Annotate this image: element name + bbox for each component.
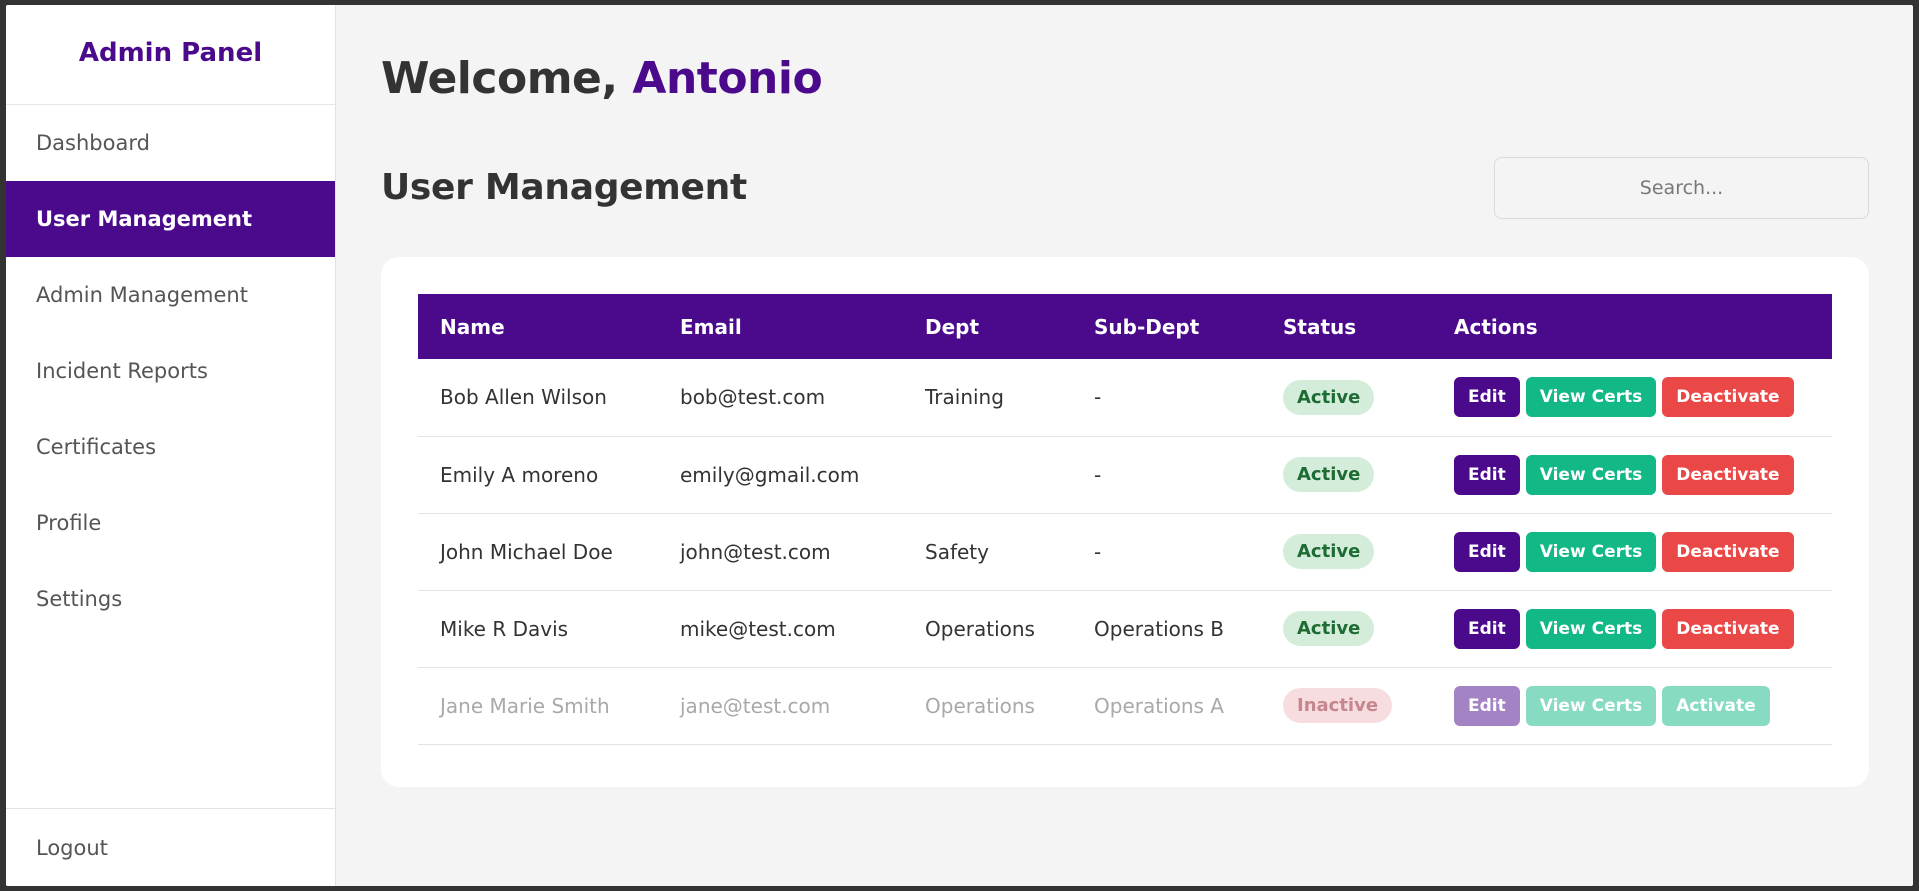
column-header-dept: Dept (925, 314, 980, 339)
column-header-name: Name (440, 314, 505, 339)
table-row: Emily A moreno emily@gmail.com - Active … (418, 436, 1832, 513)
search-input[interactable] (1494, 157, 1869, 219)
view-certs-button[interactable]: View Certs (1525, 608, 1657, 649)
edit-button[interactable]: Edit (1454, 531, 1520, 572)
sidebar-item-admin-management[interactable]: Admin Management (6, 257, 335, 333)
status-badge: Active (1283, 611, 1375, 646)
brand-title: Admin Panel (6, 5, 335, 105)
sidebar-item-profile[interactable]: Profile (6, 485, 335, 561)
table-header: Name Email Dept Sub-Dept Status Actions (418, 294, 1832, 359)
users-card: Name Email Dept Sub-Dept Status Actions … (381, 257, 1869, 787)
status-badge: Active (1283, 379, 1375, 415)
sidebar-item-settings[interactable]: Settings (6, 561, 335, 637)
cell-subdept: - (1094, 462, 1102, 487)
column-header-subdept: Sub-Dept (1094, 314, 1200, 339)
cell-status: Active (1261, 590, 1432, 667)
edit-button[interactable]: Edit (1454, 377, 1520, 418)
cell-dept: Operations (925, 693, 1035, 718)
edit-button[interactable]: Edit (1454, 685, 1520, 726)
sidebar-item-incident-reports[interactable]: Incident Reports (6, 333, 335, 409)
sidebar-item-user-management[interactable]: User Management (6, 181, 335, 257)
cell-subdept: Operations B (1094, 616, 1225, 641)
cell-email: bob@test.com (680, 385, 826, 410)
logout-button[interactable]: Logout (6, 808, 335, 886)
cell-dept: Operations (925, 616, 1035, 641)
sidebar-item-certificates[interactable]: Certificates (6, 409, 335, 485)
sidebar-item-dashboard[interactable]: Dashboard (6, 105, 335, 181)
deactivate-button[interactable]: Deactivate (1662, 531, 1794, 572)
table-row: Bob Allen Wilson bob@test.com Training -… (418, 359, 1832, 436)
cell-actions: Edit View Certs Deactivate (1432, 590, 1832, 667)
view-certs-button[interactable]: View Certs (1525, 377, 1657, 418)
status-badge: Inactive (1283, 688, 1393, 723)
column-header-status: Status (1283, 314, 1357, 339)
cell-email: jane@test.com (680, 693, 831, 718)
deactivate-button[interactable]: Deactivate (1662, 454, 1794, 495)
cell-dept: Safety (925, 539, 989, 564)
status-badge: Active (1283, 534, 1375, 569)
view-certs-button[interactable]: View Certs (1525, 454, 1657, 495)
cell-name: Bob Allen Wilson (440, 385, 607, 410)
cell-dept: Training (925, 385, 1004, 410)
deactivate-button[interactable]: Deactivate (1662, 608, 1794, 649)
user-name: Antonio (632, 53, 823, 104)
view-certs-button[interactable]: View Certs (1525, 531, 1657, 572)
cell-email: mike@test.com (680, 616, 836, 641)
cell-subdept: Operations A (1094, 693, 1224, 718)
cell-status: Inactive (1261, 667, 1432, 744)
sidebar-nav: Dashboard User Management Admin Manageme… (6, 105, 335, 637)
deactivate-button[interactable]: Deactivate (1662, 377, 1794, 418)
cell-status: Active (1261, 359, 1432, 436)
welcome-prefix: Welcome, (381, 53, 633, 104)
edit-button[interactable]: Edit (1454, 608, 1520, 649)
cell-status: Active (1261, 513, 1432, 590)
cell-name: John Michael Doe (440, 539, 613, 564)
cell-email: john@test.com (680, 539, 831, 564)
cell-actions: Edit View Certs Deactivate (1432, 359, 1832, 436)
column-header-actions: Actions (1454, 314, 1538, 339)
cell-actions: Edit View Certs Deactivate (1432, 436, 1832, 513)
cell-actions: Edit View Certs Deactivate (1432, 513, 1832, 590)
status-badge: Active (1283, 457, 1375, 492)
view-certs-button[interactable]: View Certs (1525, 685, 1657, 726)
cell-subdept: - (1094, 385, 1102, 410)
table-row: Jane Marie Smith jane@test.com Operation… (418, 667, 1832, 744)
page-title: Welcome, Antonio (381, 53, 823, 104)
cell-dept (903, 436, 1072, 513)
cell-name: Jane Marie Smith (440, 693, 610, 718)
cell-name: Mike R Davis (440, 616, 569, 641)
table-row: Mike R Davis mike@test.com Operations Op… (418, 590, 1832, 667)
cell-subdept: - (1094, 539, 1102, 564)
edit-button[interactable]: Edit (1454, 454, 1520, 495)
table-row: John Michael Doe john@test.com Safety - … (418, 513, 1832, 590)
column-header-email: Email (680, 314, 742, 339)
cell-email: emily@gmail.com (680, 462, 860, 487)
sidebar: Admin Panel Dashboard User Management Ad… (6, 5, 336, 886)
users-table: Name Email Dept Sub-Dept Status Actions … (418, 294, 1832, 745)
cell-name: Emily A moreno (440, 462, 599, 487)
main-content: Welcome, Antonio User Management Name Em… (336, 5, 1913, 886)
activate-button[interactable]: Activate (1662, 685, 1770, 726)
cell-actions: Edit View Certs Activate (1432, 667, 1832, 744)
app-window: Admin Panel Dashboard User Management Ad… (6, 5, 1913, 886)
cell-status: Active (1261, 436, 1432, 513)
section-title: User Management (381, 167, 747, 208)
